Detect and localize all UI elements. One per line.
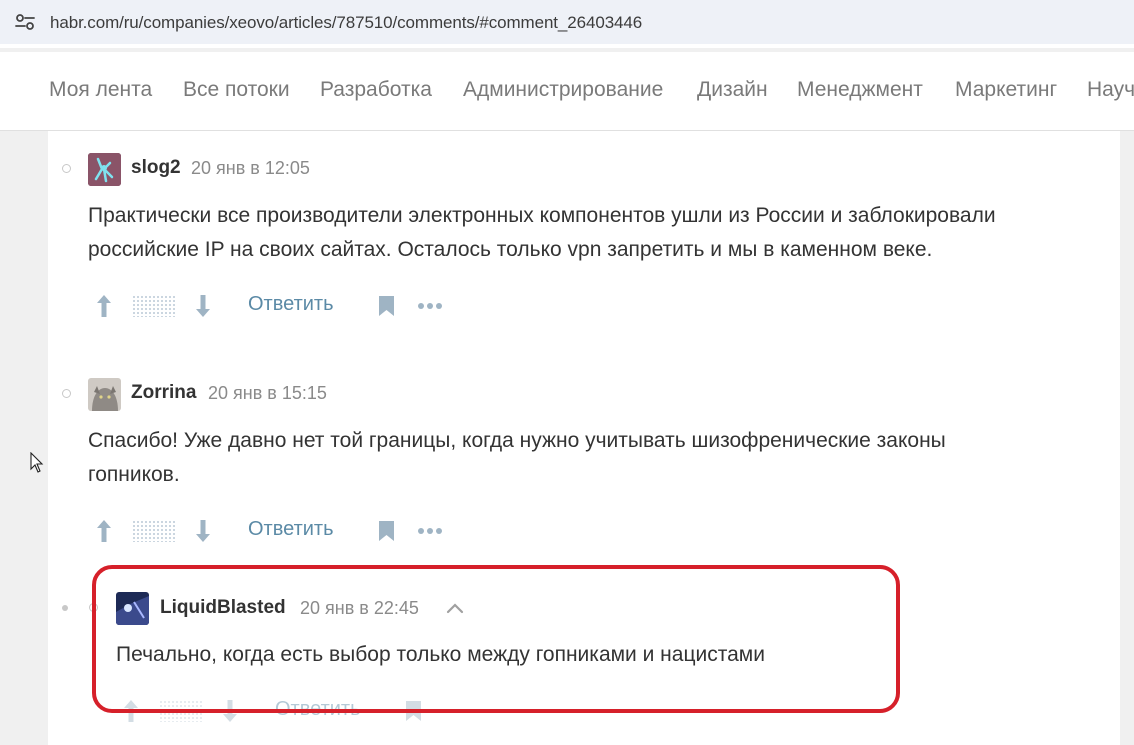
reply-button[interactable]: Ответить bbox=[248, 293, 334, 316]
username[interactable]: slog2 bbox=[131, 157, 181, 179]
comment-time[interactable]: 20 янв в 15:15 bbox=[208, 383, 327, 404]
more-options-icon[interactable] bbox=[417, 302, 443, 310]
url-text[interactable]: habr.com/ru/companies/xeovo/articles/787… bbox=[50, 13, 642, 33]
more-options-icon[interactable] bbox=[417, 527, 443, 535]
bookmark-icon[interactable] bbox=[378, 295, 395, 317]
thread-line-dot bbox=[62, 605, 68, 611]
thread-dot[interactable] bbox=[62, 164, 71, 173]
thread-dot[interactable] bbox=[62, 389, 71, 398]
site-settings-icon[interactable] bbox=[14, 12, 36, 32]
rating-placeholder bbox=[132, 520, 176, 542]
comment-text-line: Спасибо! Уже давно нет той границы, когд… bbox=[88, 429, 946, 452]
vote-up-icon[interactable] bbox=[96, 294, 112, 318]
flow-development[interactable]: Разработка bbox=[320, 78, 432, 102]
avatar-image-icon bbox=[88, 378, 121, 411]
avatar-image-icon bbox=[88, 153, 121, 186]
mouse-cursor-icon bbox=[30, 452, 44, 473]
flow-design[interactable]: Дизайн bbox=[697, 78, 768, 102]
flow-administration[interactable]: Администрирование bbox=[463, 78, 663, 102]
vote-up-icon[interactable] bbox=[96, 519, 112, 543]
vote-down-icon[interactable] bbox=[195, 294, 211, 318]
comment-text: Практически все производители электронны… bbox=[88, 199, 1108, 267]
comment-text-line: российские IP на своих сайтах. Осталось … bbox=[88, 238, 933, 261]
comment-text-line: Практически все производители электронны… bbox=[88, 204, 996, 227]
comment-text-line: гопников. bbox=[88, 463, 180, 486]
flow-my-feed[interactable]: Моя лента bbox=[49, 78, 152, 102]
url-field[interactable]: habr.com/ru/companies/xeovo/articles/787… bbox=[0, 0, 1134, 44]
rating-placeholder bbox=[132, 295, 176, 317]
bookmark-icon[interactable] bbox=[378, 520, 395, 542]
highlight-annotation-box bbox=[92, 565, 900, 713]
comment-text: Спасибо! Уже давно нет той границы, когд… bbox=[88, 424, 1108, 492]
username[interactable]: Zorrina bbox=[131, 382, 196, 404]
left-gutter bbox=[0, 131, 48, 745]
reply-button[interactable]: Ответить bbox=[248, 518, 334, 541]
flow-all[interactable]: Все потоки bbox=[183, 78, 290, 102]
comment-time[interactable]: 20 янв в 12:05 bbox=[191, 158, 310, 179]
browser-address-bar: habr.com/ru/companies/xeovo/articles/787… bbox=[0, 0, 1134, 48]
flow-marketing[interactable]: Маркетинг bbox=[955, 78, 1057, 102]
flows-nav: Моя лента Все потоки Разработка Админист… bbox=[0, 52, 1134, 131]
flow-science[interactable]: Науч bbox=[1087, 78, 1134, 102]
vote-down-icon[interactable] bbox=[195, 519, 211, 543]
avatar[interactable] bbox=[88, 153, 121, 186]
flow-management[interactable]: Менеджмент bbox=[797, 78, 923, 102]
right-gutter bbox=[1120, 131, 1134, 745]
avatar[interactable] bbox=[88, 378, 121, 411]
